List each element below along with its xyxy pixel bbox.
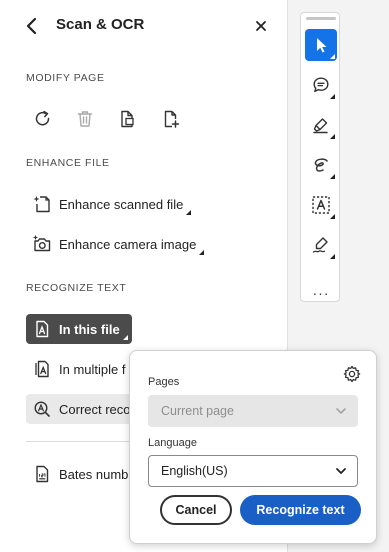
enhance-camera-image-label: Enhance camera image	[59, 236, 197, 252]
pages-select[interactable]: Current page	[148, 395, 358, 427]
bates-numbering-icon	[32, 461, 58, 487]
ocr-document-icon	[32, 316, 58, 342]
recognize-text-button[interactable]: Recognize text	[240, 495, 361, 525]
correct-recognized-text-label: Correct reco	[59, 401, 131, 417]
back-button[interactable]	[20, 14, 44, 38]
delete-page-button[interactable]	[70, 104, 100, 134]
language-select-value: English(US)	[161, 464, 228, 478]
rotate-icon	[35, 110, 50, 126]
section-label-enhance-file: ENHANCE FILE	[26, 157, 110, 169]
language-label: Language	[148, 437, 197, 449]
dropdown-indicator-icon	[330, 254, 335, 259]
section-label-recognize-text: RECOGNIZE TEXT	[26, 282, 127, 294]
correct-recognized-text-item[interactable]: Correct reco	[26, 394, 146, 424]
panel-header: Scan & OCR	[0, 0, 288, 52]
toolbar-drag-handle[interactable]	[306, 17, 336, 20]
dropdown-indicator-icon	[330, 134, 335, 139]
enhance-camera-image-item[interactable]: Enhance camera image	[26, 229, 205, 259]
enhance-scanned-file-label: Enhance scanned file	[59, 196, 184, 212]
more-tools-button[interactable]: ···	[305, 283, 337, 303]
dropdown-indicator-icon	[330, 214, 335, 219]
signature-tool-button[interactable]	[305, 229, 337, 261]
insert-page-button[interactable]	[156, 104, 186, 134]
delete-icon	[77, 111, 93, 127]
highlight-tool-button[interactable]	[305, 109, 337, 141]
text-recognition-tool-button[interactable]	[305, 189, 337, 221]
comment-icon	[313, 77, 329, 93]
in-this-file-item[interactable]: In this file	[26, 314, 132, 344]
draw-tool-button[interactable]	[305, 149, 337, 181]
scan-sparkle-icon	[32, 191, 58, 217]
enhance-scanned-file-item[interactable]: Enhance scanned file	[26, 189, 192, 219]
pages-label: Pages	[148, 376, 180, 388]
panel-title: Scan & OCR	[56, 16, 145, 33]
dropdown-indicator-icon	[330, 174, 335, 179]
bates-numbering-item[interactable]: Bates numb	[26, 459, 128, 489]
gear-icon	[343, 365, 361, 383]
chevron-left-icon	[26, 17, 37, 35]
language-select[interactable]: English(US)	[148, 455, 358, 487]
pages-select-value: Current page	[161, 404, 234, 418]
select-tool-button[interactable]	[305, 29, 337, 61]
quick-tools-toolbar: ···	[300, 12, 340, 302]
draw-icon	[314, 158, 328, 172]
correct-recognized-text-icon	[32, 396, 58, 422]
signature-icon	[312, 237, 328, 253]
section-label-modify-page: MODIFY PAGE	[26, 72, 105, 84]
chevron-down-icon	[336, 468, 346, 474]
extract-page-icon	[121, 110, 134, 128]
rotate-page-button[interactable]	[28, 104, 58, 134]
close-icon	[256, 21, 266, 31]
select-cursor-icon	[317, 38, 327, 53]
submenu-indicator-icon	[186, 210, 192, 215]
comment-tool-button[interactable]	[305, 69, 337, 101]
bates-numbering-label: Bates numb	[59, 466, 129, 482]
cancel-button[interactable]: Cancel	[160, 495, 232, 525]
dropdown-indicator-icon	[330, 54, 335, 59]
camera-sparkle-icon	[32, 231, 58, 257]
close-button[interactable]	[250, 15, 272, 37]
in-this-file-label: In this file	[59, 321, 120, 337]
highlight-icon	[313, 118, 328, 134]
extract-page-button[interactable]	[112, 104, 142, 134]
insert-page-icon	[164, 110, 180, 128]
in-multiple-files-item[interactable]: In multiple f	[26, 354, 125, 384]
submenu-indicator-icon	[199, 250, 205, 255]
ocr-settings-button[interactable]	[341, 363, 363, 385]
recognize-text-popover: Pages Current page Language English(US) …	[129, 350, 377, 544]
multiple-files-ocr-icon	[32, 356, 58, 382]
chevron-down-icon	[336, 408, 346, 414]
dropdown-indicator-icon	[330, 94, 335, 99]
in-multiple-files-label: In multiple f	[59, 361, 126, 377]
submenu-indicator-icon	[122, 335, 128, 340]
text-recognition-icon	[312, 196, 330, 214]
